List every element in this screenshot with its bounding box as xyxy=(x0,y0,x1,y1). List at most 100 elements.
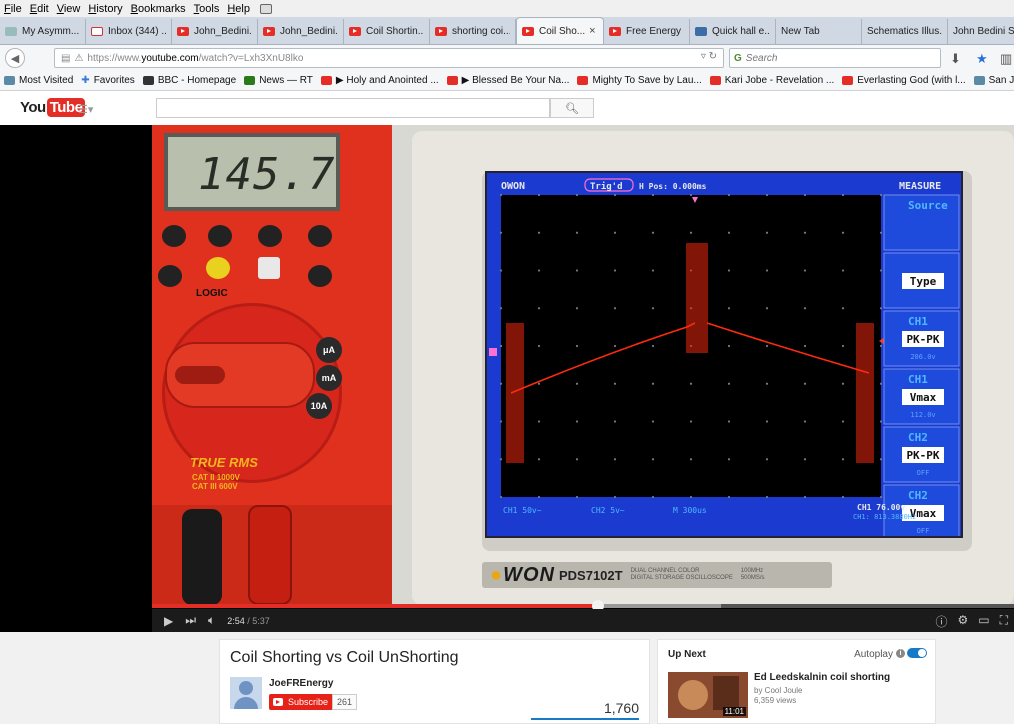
tab-2[interactable]: John_Bedini... xyxy=(172,19,258,44)
tab-7[interactable]: Free Energy ... xyxy=(604,19,690,44)
menu-history[interactable]: History xyxy=(88,3,122,15)
bookmark-item[interactable]: San Jose, California TV... xyxy=(973,75,1014,86)
up-next-thumbnail[interactable]: 11:01 xyxy=(668,672,748,718)
grid-dot xyxy=(613,344,617,348)
close-tab-icon[interactable]: × xyxy=(589,25,595,37)
grid-dot xyxy=(841,269,845,272)
menu-view[interactable]: View xyxy=(57,3,81,15)
play-icon[interactable]: ▶ xyxy=(164,614,173,628)
logo-you: You xyxy=(20,99,46,116)
printer-icon[interactable] xyxy=(259,3,272,14)
scope-logo-o: ● xyxy=(490,563,504,586)
menu-bookmarks[interactable]: Bookmarks xyxy=(131,3,186,15)
red-probe xyxy=(248,505,292,605)
bookmark-item[interactable]: Mighty To Save by Lau... xyxy=(577,75,702,86)
bookmark-item[interactable]: Kari Jobe - Revelation ... xyxy=(709,75,834,86)
cat-rating: CAT II 1000V CAT III 600V xyxy=(192,473,240,491)
tab-label: John Bedini S xyxy=(953,26,1014,37)
tab-10[interactable]: Schematics Illus... xyxy=(862,19,948,44)
grid-dot xyxy=(727,269,731,272)
measure-item-box-label: Type xyxy=(910,275,937,288)
bookmark-item[interactable]: ▶ Holy and Anointed ... xyxy=(320,75,439,86)
channel-avatar[interactable] xyxy=(230,677,262,709)
bookmark-item[interactable]: BBC - Homepage xyxy=(142,75,236,86)
tab-4[interactable]: Coil Shortin... xyxy=(344,19,430,44)
menu-help[interactable]: Help xyxy=(227,3,250,15)
grid-dot xyxy=(613,231,617,234)
search-icon: 🔍︎ xyxy=(565,102,579,115)
menu-tools[interactable]: Tools xyxy=(194,3,220,15)
menu-edit[interactable]: Edit xyxy=(30,3,49,15)
grid-dot xyxy=(879,344,883,348)
meter-button xyxy=(258,225,282,247)
grid-dot xyxy=(765,307,769,310)
grid-dot xyxy=(613,193,617,197)
back-button[interactable]: ◀ xyxy=(5,48,25,68)
grid-dot xyxy=(803,307,807,310)
warning-icon: ⚠ xyxy=(74,52,84,64)
bookmark-item[interactable]: Most Visited xyxy=(4,75,73,86)
progress-bar[interactable] xyxy=(152,600,1014,612)
bookmark-item[interactable]: ▶ Blessed Be Your Na... xyxy=(446,75,570,86)
grid-dot xyxy=(537,193,541,197)
bookmark-item[interactable]: News — RT xyxy=(244,75,313,86)
tab-11[interactable]: John Bedini S xyxy=(948,19,1014,44)
menu-file[interactable]: File xyxy=(4,3,22,15)
scope-brand-plate: ●WON PDS7102T DUAL CHANNEL COLOR DIGITAL … xyxy=(482,562,832,588)
tab-9[interactable]: New Tab xyxy=(776,19,862,44)
grid-dot xyxy=(765,344,769,348)
up-next-title[interactable]: Ed Leedskalnin coil shorting xyxy=(754,672,890,683)
scope-screen: OWON Trig'd H Pos: 0.000ms MEASURE Source Typ… xyxy=(485,171,963,541)
youtube-search-button[interactable]: 🔍︎ xyxy=(550,98,594,118)
next-icon[interactable]: ⏭ xyxy=(185,613,196,628)
grid-dot xyxy=(879,495,883,499)
video-frame[interactable]: 145.7 LOGIC μA mA 10A TRUE RMS CAT II 10… xyxy=(152,125,1014,605)
tab-8[interactable]: Quick hall e... xyxy=(690,19,776,44)
volume-icon[interactable]: 🔈︎ xyxy=(208,613,215,628)
grid-dot xyxy=(537,307,541,310)
tab-1[interactable]: Inbox (344) ... xyxy=(86,19,172,44)
library-icon[interactable]: ▥ xyxy=(1000,51,1012,67)
scope-brand-text: OWON xyxy=(501,181,525,192)
video-player[interactable]: 145.7 LOGIC μA mA 10A TRUE RMS CAT II 10… xyxy=(0,125,1014,632)
search-input[interactable]: G Search xyxy=(729,48,941,68)
grid-dot xyxy=(841,344,845,348)
bookmark-item[interactable]: Everlasting God (with l... xyxy=(842,75,966,86)
tab-label: John_Bedini... xyxy=(194,26,252,37)
youtube-logo[interactable]: You Tube xyxy=(20,98,86,117)
grid-dot xyxy=(537,420,541,423)
grid-dot xyxy=(689,382,693,385)
autoplay-info-icon[interactable]: i xyxy=(896,649,905,658)
reload-icon[interactable]: ▿ ↻ xyxy=(701,51,717,62)
favorites-icon: ✚ xyxy=(81,75,90,86)
grid-dot xyxy=(803,231,807,234)
info-icon[interactable]: ⓘ xyxy=(935,613,947,630)
up-next-channel[interactable]: by Cool Joule xyxy=(754,686,802,695)
guide-menu-icon[interactable]: ☰▾ xyxy=(78,103,93,116)
channel-name[interactable]: JoeFREnergy xyxy=(269,678,333,689)
trigger-readout: CH1 76.00v xyxy=(857,503,905,512)
bookmark-item[interactable]: ✚ Favorites xyxy=(81,75,135,86)
settings-gear-icon[interactable]: ⚙ xyxy=(957,613,968,630)
autoplay-toggle[interactable] xyxy=(907,648,927,658)
youtube-search-input[interactable] xyxy=(156,98,550,118)
tab-6[interactable]: Coil Sho... × xyxy=(516,17,604,44)
bookmark-label: ▶ Blessed Be Your Na... xyxy=(461,75,570,86)
subscribe-button[interactable]: Subscribe xyxy=(269,694,334,710)
tab-0[interactable]: My Asymm... xyxy=(0,19,86,44)
fullscreen-icon[interactable]: ⛶ xyxy=(1000,613,1008,630)
bookmark-star-icon[interactable]: ★ xyxy=(976,51,988,67)
trig-status: Trig'd xyxy=(590,181,623,192)
scope-desc: DUAL CHANNEL COLOR DIGITAL STORAGE OSCILL… xyxy=(631,568,733,582)
back-arrow-icon: ◀ xyxy=(10,52,20,65)
youtube-favicon-icon xyxy=(446,76,458,85)
meter-reading: 145.7 xyxy=(198,149,336,200)
theater-mode-icon[interactable]: ▭ xyxy=(978,613,989,630)
view-count: 1,760 xyxy=(603,700,639,716)
tab-5[interactable]: shorting coi... xyxy=(430,19,516,44)
up-next-views: 6,359 views xyxy=(754,696,797,705)
download-icon[interactable]: ⬇ xyxy=(950,51,961,67)
url-bar[interactable]: ▤ ⚠ https://www. youtube.com/watch?v=Lxh3… xyxy=(54,48,724,68)
grid-dot xyxy=(499,193,503,197)
tab-3[interactable]: John_Bedini... xyxy=(258,19,344,44)
